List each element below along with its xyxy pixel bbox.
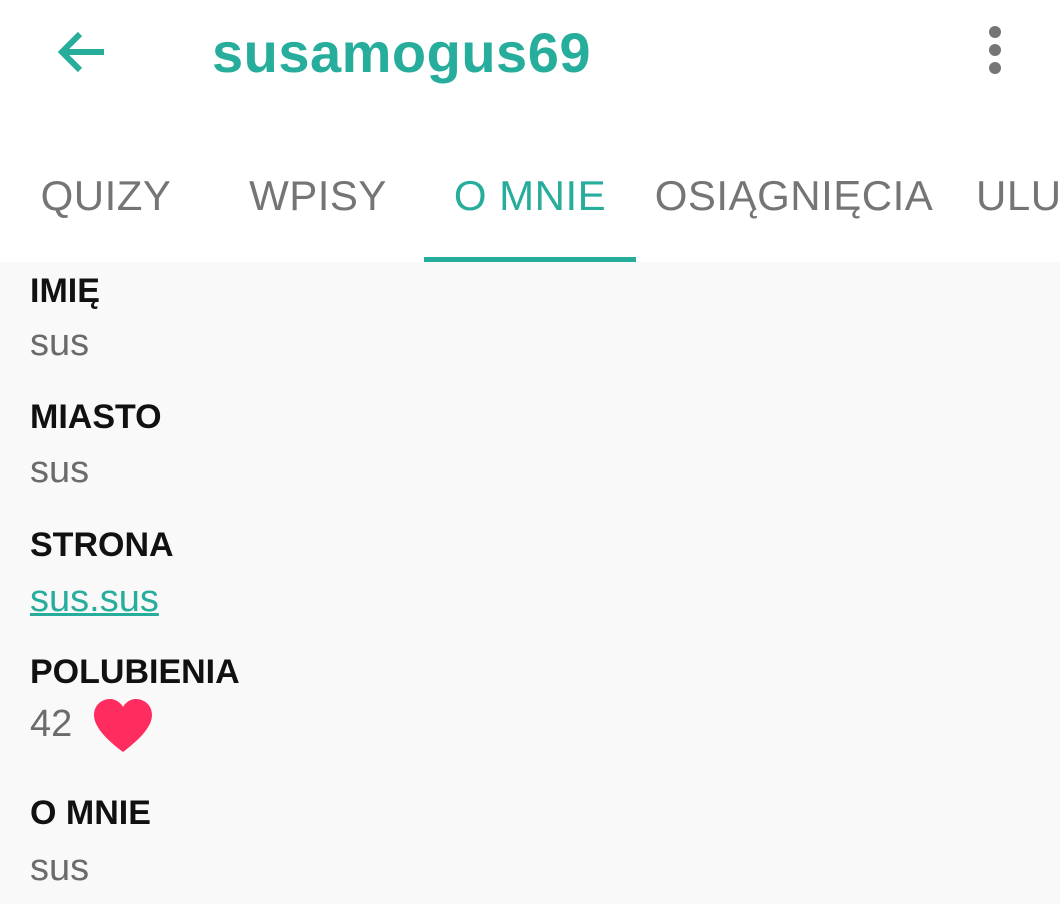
arrow-left-icon [57,31,104,73]
tab-ulubione[interactable]: ULUB [952,130,1060,262]
back-button[interactable] [40,10,124,94]
likes-row: 42 [30,694,154,754]
more-vert-icon [989,26,1001,74]
profile-tabs: QUIZY WPISY O MNIE OSIĄGNIĘCIA ULUB [0,130,1060,262]
name-value: sus [30,322,90,364]
name-label: IMIĘ [30,272,100,310]
website-link[interactable]: sus.sus [30,578,159,621]
about-label: O MNIE [30,794,151,832]
tab-o-mnie[interactable]: O MNIE [424,130,636,262]
tab-osiagniecia[interactable]: OSIĄGNIĘCIA [636,130,952,262]
app-bar: susamogus69 [0,0,1060,110]
tab-quizy[interactable]: QUIZY [0,130,212,262]
active-tab-indicator [424,257,636,262]
heart-icon[interactable] [92,698,154,754]
top-header: susamogus69 QUIZY WPISY O MNIE OSIĄGNIĘC… [0,0,1060,262]
more-options-button[interactable] [966,14,1024,86]
tab-wpisy[interactable]: WPISY [212,130,424,262]
profile-username-title: susamogus69 [212,21,591,84]
likes-count: 42 [30,702,73,745]
city-label: MIASTO [30,398,162,436]
website-label: STRONA [30,526,174,564]
about-value: sus [30,847,90,889]
city-value: sus [30,449,90,491]
likes-label: POLUBIENIA [30,653,240,691]
